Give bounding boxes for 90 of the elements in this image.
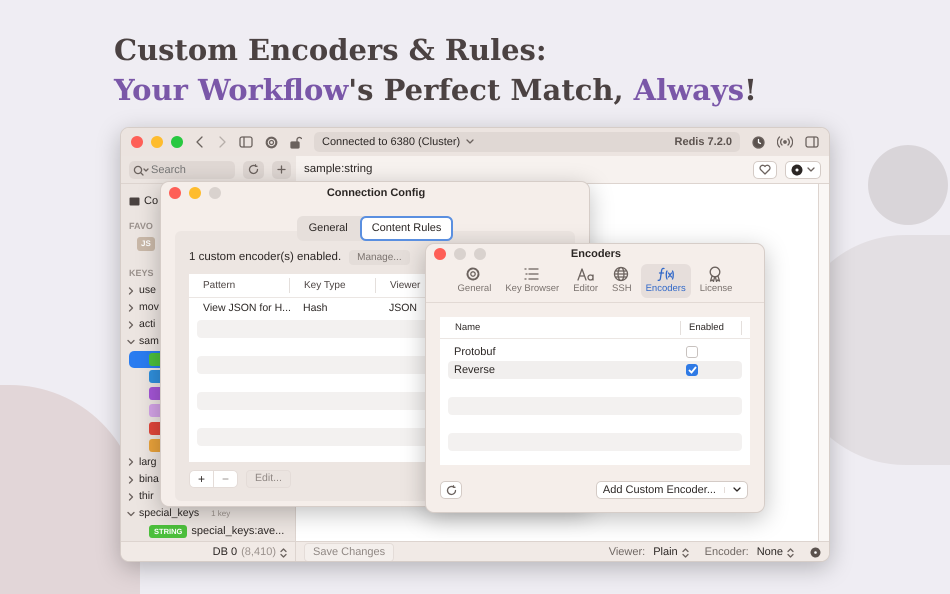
field-label: Viewer: xyxy=(608,545,646,560)
window-title: Connection Config xyxy=(326,186,426,201)
window-control[interactable] xyxy=(169,187,181,199)
chevron-icon[interactable] xyxy=(127,304,135,312)
version-label: Redis 7.2.0 xyxy=(674,134,732,150)
database-label: DB 0 xyxy=(212,545,238,560)
key-name: sample:string xyxy=(304,162,374,177)
manage-button[interactable]: Manage... xyxy=(349,250,410,265)
sidebar-icon[interactable] xyxy=(239,136,253,148)
chevron-icon[interactable] xyxy=(127,492,135,501)
key-count: (8,410) xyxy=(241,545,276,560)
toolbar-tab[interactable]: Editor xyxy=(568,264,604,298)
checkbox[interactable] xyxy=(686,346,698,358)
key-name[interactable]: special_keys:ave... xyxy=(191,522,284,540)
checkbox[interactable] xyxy=(686,364,698,376)
sidebar-right-icon[interactable] xyxy=(805,136,819,148)
chevron-icon[interactable] xyxy=(127,476,135,484)
chevron-down-icon xyxy=(807,166,815,172)
connection-selector[interactable]: Connected to 6380 (Cluster) Redis 7.2.0 xyxy=(314,132,740,152)
table-cell-text: View JSON for H... xyxy=(202,300,289,316)
chevron-icon[interactable] xyxy=(127,338,135,346)
chevron-down-icon xyxy=(466,139,474,145)
dropdown[interactable]: Plain xyxy=(653,544,689,561)
dropdown[interactable]: None xyxy=(756,544,794,561)
connection-name: Co xyxy=(144,194,158,210)
headline: Custom Encoders & Rules: xyxy=(114,32,548,69)
headline: Your Workflow's Perfect Match, Always! xyxy=(114,72,757,109)
chevron-icon[interactable] xyxy=(127,510,135,518)
toolbar-tab[interactable]: Encoders xyxy=(640,264,691,298)
section-header: KEYS xyxy=(129,266,154,280)
window-control[interactable] xyxy=(434,248,446,260)
toolbar-tab[interactable]: License xyxy=(694,264,738,298)
search-field[interactable]: Search xyxy=(129,160,235,178)
key-group[interactable]: acti xyxy=(139,317,156,333)
field-label: Encoder: xyxy=(704,545,749,560)
chevron-down-icon xyxy=(733,487,741,494)
column-header[interactable]: Enabled xyxy=(680,320,742,335)
add-encoder-button[interactable]: Add Custom Encoder... xyxy=(596,481,748,500)
key-group[interactable]: use xyxy=(139,282,156,298)
summary-text: 1 custom encoder(s) enabled. xyxy=(189,250,342,264)
refresh-button[interactable] xyxy=(243,160,264,178)
key-group[interactable]: mov xyxy=(139,300,159,316)
heart-icon xyxy=(759,164,771,175)
plus-icon xyxy=(277,165,286,174)
column-header[interactable]: Pattern xyxy=(189,278,289,293)
table-cell-text: JSON xyxy=(388,300,418,316)
table-cell-text: Hash xyxy=(302,300,329,316)
key-group[interactable]: special_keys xyxy=(139,506,200,522)
column-header[interactable]: Name xyxy=(440,320,680,335)
key-type-badge: JS xyxy=(137,236,155,250)
broadcast-icon[interactable] xyxy=(777,136,793,148)
updown-icon xyxy=(682,548,689,558)
updown-icon xyxy=(787,548,794,558)
tab[interactable]: Content Rules xyxy=(360,216,454,240)
key-count: 1 key xyxy=(211,508,230,520)
function-icon xyxy=(656,266,675,282)
key-group[interactable]: thir xyxy=(139,488,154,505)
window-title: Encoders xyxy=(570,246,622,262)
chevron-icon[interactable] xyxy=(127,286,135,295)
refresh-icon xyxy=(446,484,456,496)
lock-icon[interactable] xyxy=(290,136,302,148)
globe-icon xyxy=(612,266,631,282)
favorite-button[interactable] xyxy=(753,160,777,178)
toolbar-tab[interactable]: SSH xyxy=(607,264,637,298)
refresh-button[interactable] xyxy=(440,481,462,500)
table-row[interactable]: Reverse xyxy=(448,361,742,380)
toolbar-tab[interactable]: Key Browser xyxy=(500,264,564,298)
chevron-icon[interactable] xyxy=(127,458,135,466)
settings-menu-button[interactable] xyxy=(785,160,821,178)
table-row[interactable]: Protobuf xyxy=(448,343,742,362)
table-cell-text: Reverse xyxy=(454,363,496,378)
section-header: FAVO xyxy=(129,220,153,233)
server-icon xyxy=(129,197,140,206)
key-group[interactable]: larg xyxy=(139,454,157,470)
toolbar-tab[interactable]: General xyxy=(452,264,496,298)
add-button[interactable] xyxy=(272,160,291,178)
list-icon xyxy=(523,266,542,282)
key-group[interactable]: sam xyxy=(139,334,159,350)
table-cell-text: Protobuf xyxy=(454,345,497,360)
key-group[interactable]: bina xyxy=(139,472,159,488)
refresh-icon xyxy=(248,164,259,175)
updown-icon[interactable] xyxy=(280,548,287,558)
window-control[interactable] xyxy=(131,136,143,148)
chevron-icon[interactable] xyxy=(127,320,135,329)
back-icon[interactable] xyxy=(195,136,205,148)
search-icon xyxy=(133,164,149,176)
text-icon xyxy=(576,266,595,282)
column-header[interactable]: Key Type xyxy=(289,278,375,293)
clock-icon[interactable] xyxy=(752,136,765,148)
add-button[interactable]: + xyxy=(190,470,214,487)
